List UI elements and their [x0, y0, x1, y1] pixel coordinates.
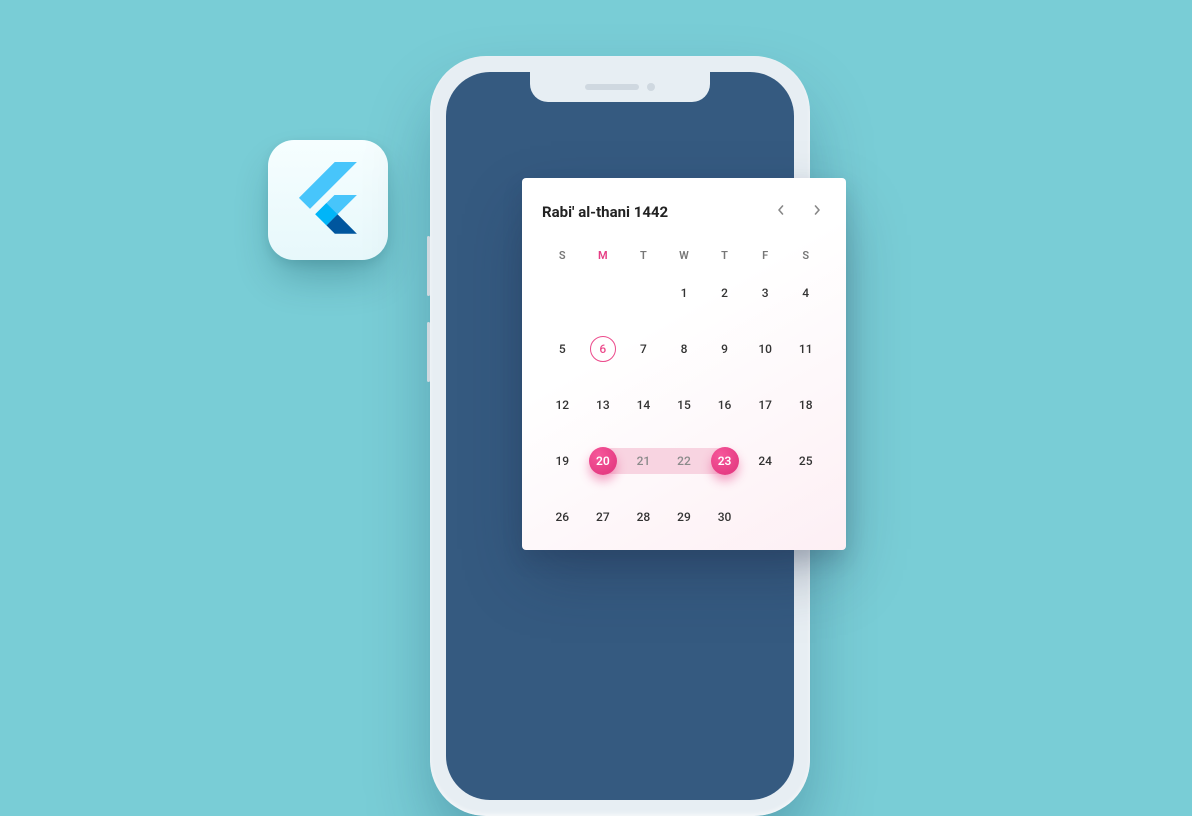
day-number: 28: [637, 510, 651, 524]
calendar-week-row: 19 20 21 22 23 24 25: [542, 446, 826, 476]
day-cell[interactable]: 4: [785, 278, 826, 308]
chevron-right-icon: [812, 204, 822, 219]
weekday-label: S: [542, 243, 583, 268]
weekday-label: T: [704, 243, 745, 268]
calendar-grid: 1234567891011121314151617181920212223242…: [542, 278, 826, 532]
day-cell[interactable]: 11: [785, 334, 826, 364]
weekday-label: W: [664, 243, 705, 268]
day-number: 11: [799, 342, 813, 356]
day-cell[interactable]: 19: [542, 446, 583, 476]
day-number: 8: [681, 342, 688, 356]
day-number: 23: [711, 447, 739, 475]
day-cell[interactable]: 14: [623, 390, 664, 420]
day-number: 2: [721, 286, 728, 300]
day-number: 21: [637, 454, 651, 468]
day-number: 22: [677, 454, 691, 468]
day-number: 4: [802, 286, 809, 300]
day-cell[interactable]: 8: [664, 334, 705, 364]
day-cell[interactable]: 12: [542, 390, 583, 420]
day-cell[interactable]: 25: [785, 446, 826, 476]
hijri-calendar-card: Rabi' al-thani 1442 SMTWTFS 123456789101…: [522, 178, 846, 550]
day-number: 15: [677, 398, 691, 412]
next-month-button[interactable]: [808, 200, 826, 223]
day-cell[interactable]: 24: [745, 446, 786, 476]
day-number: 1: [681, 286, 688, 300]
phone-notch: [530, 72, 710, 102]
day-number: 12: [555, 398, 569, 412]
day-number: 17: [758, 398, 772, 412]
day-cell[interactable]: 23: [704, 446, 745, 476]
weekday-label: S: [785, 243, 826, 268]
calendar-week-row: 1 2 3 4: [542, 278, 826, 308]
day-cell[interactable]: 7: [623, 334, 664, 364]
weekday-label: T: [623, 243, 664, 268]
day-cell[interactable]: 13: [583, 390, 624, 420]
day-cell[interactable]: 10: [745, 334, 786, 364]
day-number: 27: [596, 510, 610, 524]
day-cell[interactable]: 20: [583, 446, 624, 476]
day-number: 24: [758, 454, 772, 468]
day-number: 18: [799, 398, 813, 412]
day-number: 25: [799, 454, 813, 468]
flutter-logo-tile: [268, 140, 388, 260]
day-cell[interactable]: 27: [583, 502, 624, 532]
day-cell[interactable]: 22: [664, 446, 705, 476]
day-cell[interactable]: 17: [745, 390, 786, 420]
weekday-label: F: [745, 243, 786, 268]
day-number: 13: [596, 398, 610, 412]
day-number: 26: [555, 510, 569, 524]
calendar-week-row: 5 6 7 8 9 10 11: [542, 334, 826, 364]
day-number: 16: [718, 398, 732, 412]
flutter-logo-icon: [292, 162, 364, 238]
day-cell[interactable]: 18: [785, 390, 826, 420]
weekday-row: SMTWTFS: [542, 243, 826, 268]
day-number: 9: [721, 342, 728, 356]
prev-month-button[interactable]: [772, 200, 790, 223]
day-cell[interactable]: 1: [664, 278, 705, 308]
calendar-header: Rabi' al-thani 1442: [542, 200, 826, 223]
day-cell[interactable]: 29: [664, 502, 705, 532]
calendar-nav: [772, 200, 826, 223]
weekday-label: M: [583, 243, 624, 268]
calendar-title: Rabi' al-thani 1442: [542, 203, 668, 221]
day-number: 7: [640, 342, 647, 356]
day-cell[interactable]: 5: [542, 334, 583, 364]
day-number: 3: [762, 286, 769, 300]
chevron-left-icon: [776, 204, 786, 219]
day-number: 5: [559, 342, 566, 356]
day-cell[interactable]: 6: [583, 334, 624, 364]
day-cell[interactable]: 15: [664, 390, 705, 420]
day-cell[interactable]: 30: [704, 502, 745, 532]
day-cell[interactable]: 26: [542, 502, 583, 532]
day-number: 20: [589, 447, 617, 475]
day-number: 19: [555, 454, 569, 468]
calendar-week-row: 12 13 14 15 16 17 18: [542, 390, 826, 420]
day-number: 6: [590, 336, 616, 362]
day-number: 30: [718, 510, 732, 524]
day-number: 29: [677, 510, 691, 524]
day-number: 14: [637, 398, 651, 412]
day-cell[interactable]: 16: [704, 390, 745, 420]
day-cell[interactable]: 9: [704, 334, 745, 364]
calendar-week-row: 26 27 28 29 30: [542, 502, 826, 532]
day-cell[interactable]: 3: [745, 278, 786, 308]
day-cell[interactable]: 2: [704, 278, 745, 308]
day-number: 10: [758, 342, 772, 356]
day-cell[interactable]: 28: [623, 502, 664, 532]
day-cell[interactable]: 21: [623, 446, 664, 476]
